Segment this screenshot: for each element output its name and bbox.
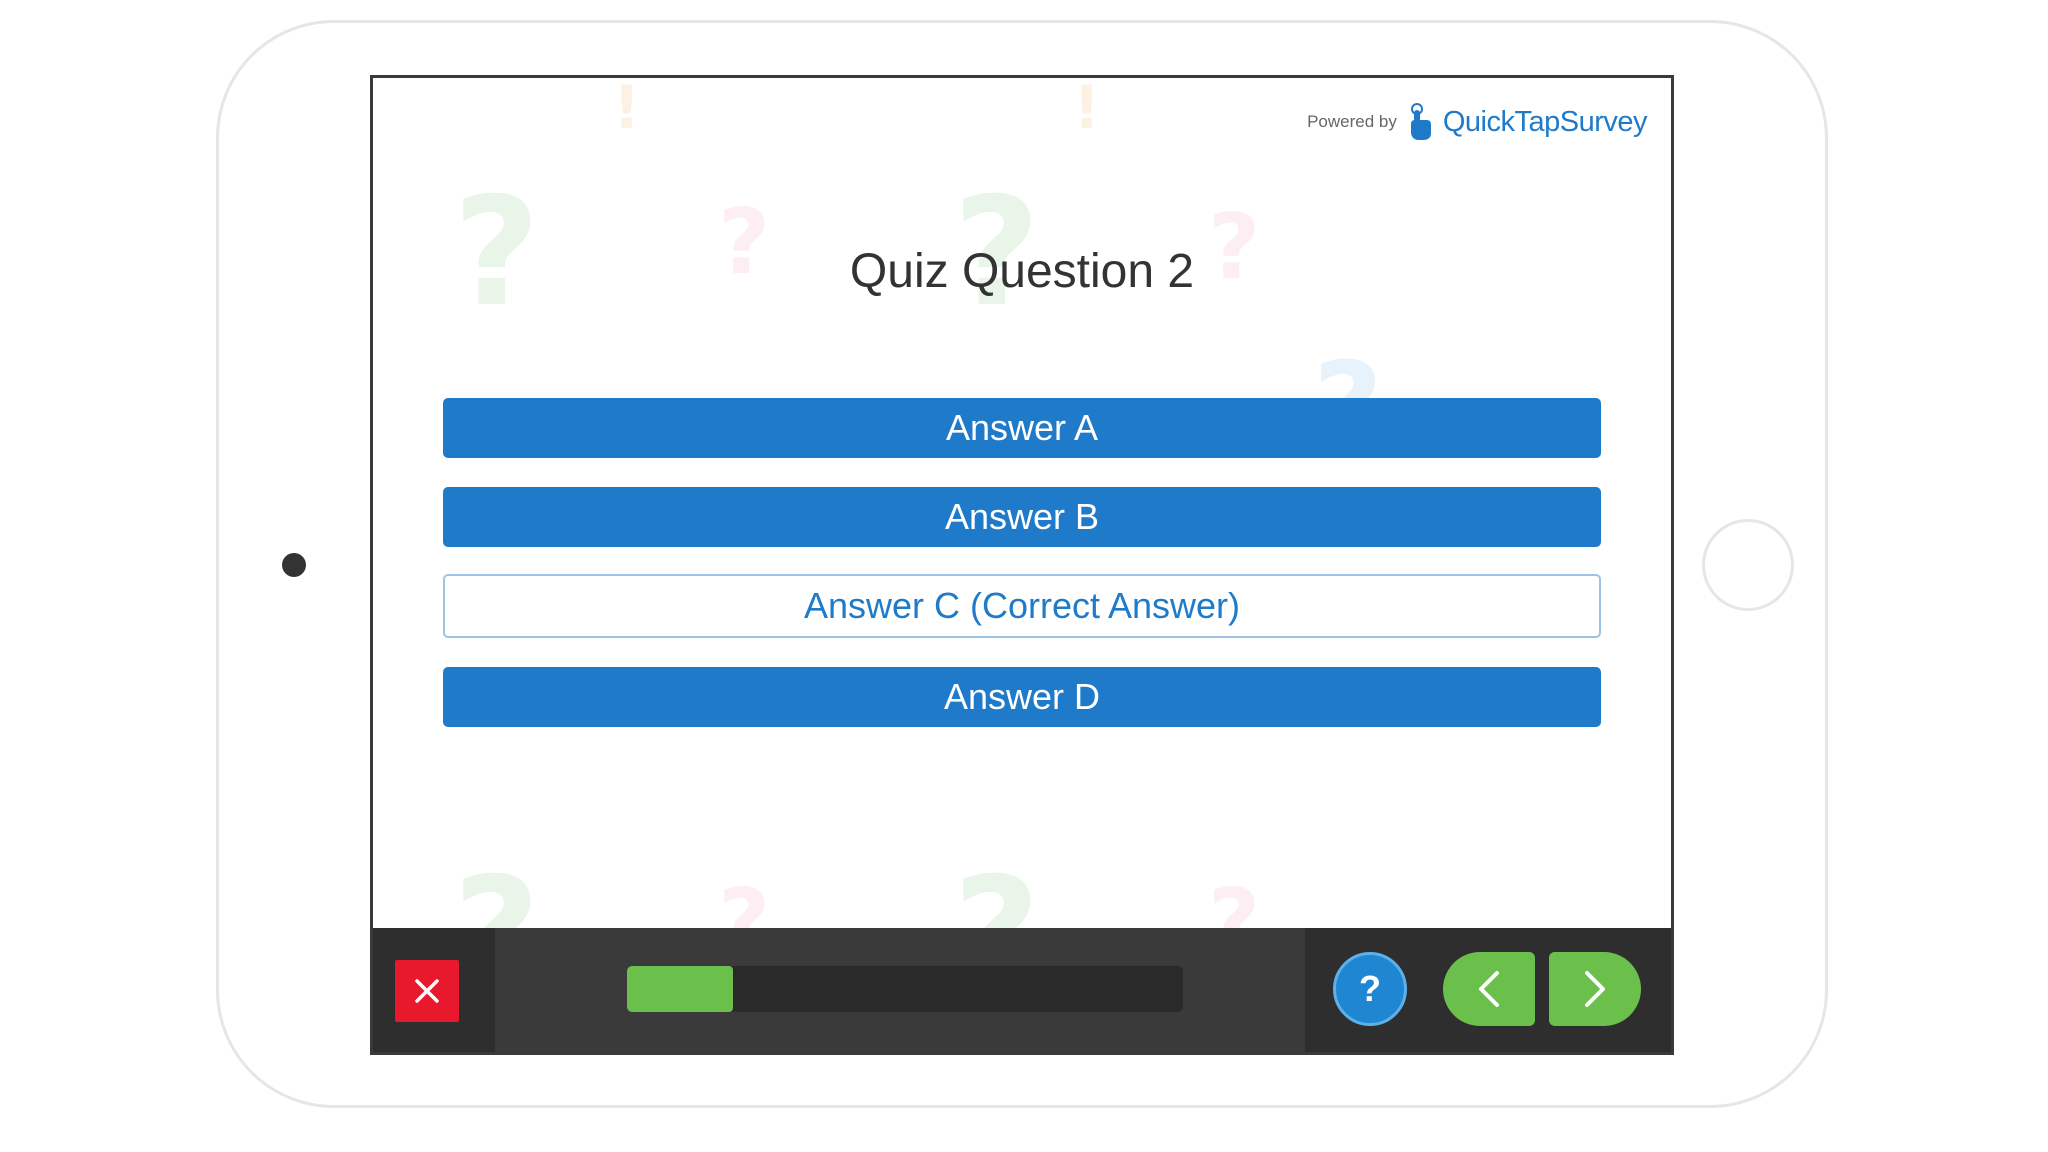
chevron-right-icon xyxy=(1585,971,1605,1007)
help-button[interactable]: ? xyxy=(1333,952,1407,1026)
background-mark: ! xyxy=(613,75,641,143)
tablet-home-button[interactable] xyxy=(1702,519,1794,611)
powered-by-badge[interactable]: Powered by QuickTapSurvey xyxy=(1307,102,1648,142)
tap-hand-icon xyxy=(1410,103,1431,140)
answer-d-button[interactable]: Answer D xyxy=(443,667,1601,727)
progress-bar xyxy=(627,966,1183,1012)
close-cell xyxy=(373,928,495,1052)
tablet-camera xyxy=(282,553,306,577)
help-icon: ? xyxy=(1359,968,1381,1009)
close-icon xyxy=(415,979,439,1003)
answer-c-button[interactable]: Answer C (Correct Answer) xyxy=(443,574,1601,638)
previous-button[interactable] xyxy=(1443,952,1535,1026)
background-mark: ! xyxy=(1073,75,1101,143)
close-button[interactable] xyxy=(395,960,459,1022)
chevron-left-icon xyxy=(1479,971,1499,1007)
footer-toolbar: ? xyxy=(373,928,1671,1052)
survey-screen: ?????!!???? Powered by QuickTapSurvey Qu… xyxy=(370,75,1674,1055)
next-button[interactable] xyxy=(1549,952,1641,1026)
question-title: Quiz Question 2 xyxy=(849,245,1195,298)
navigation-controls: ? xyxy=(1305,928,1671,1052)
brand-name: QuickTapSurvey xyxy=(1442,105,1648,138)
progress-fill xyxy=(627,966,733,1012)
powered-by-label: Powered by xyxy=(1307,112,1397,131)
answer-a-button[interactable]: Answer A xyxy=(443,398,1601,458)
answer-b-button[interactable]: Answer B xyxy=(443,487,1601,547)
